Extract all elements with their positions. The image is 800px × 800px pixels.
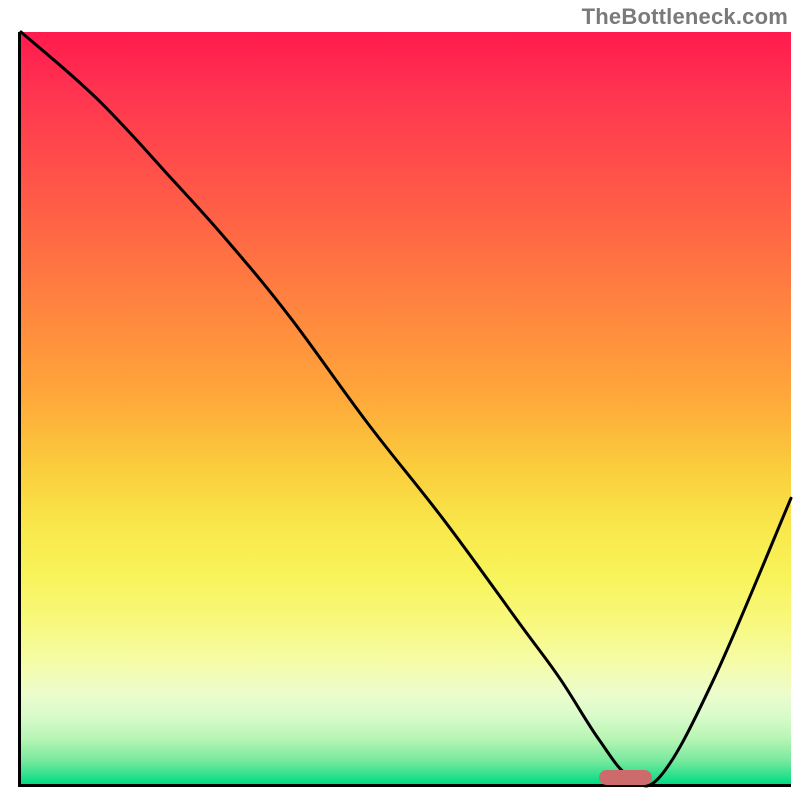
chart-container: TheBottleneck.com — [0, 0, 800, 800]
bottleneck-curve — [21, 32, 791, 786]
optimal-marker — [599, 770, 653, 785]
curve-layer — [21, 32, 791, 784]
plot-area — [18, 32, 791, 787]
watermark-text: TheBottleneck.com — [582, 4, 788, 30]
